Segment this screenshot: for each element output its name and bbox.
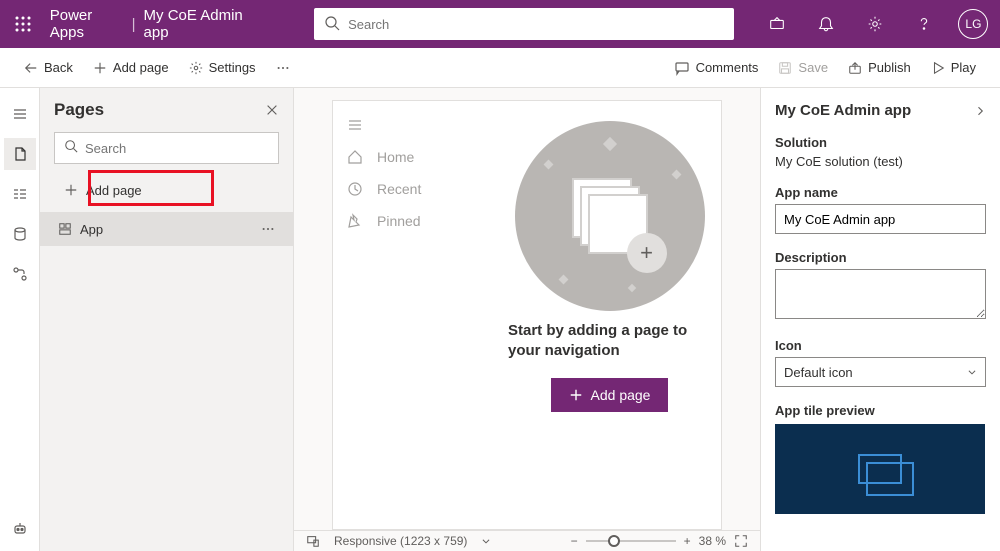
brand-separator: | bbox=[132, 16, 136, 33]
prop-tile-label: App tile preview bbox=[775, 403, 986, 418]
main: Pages Add page App bbox=[0, 88, 1000, 551]
avatar-initials: LG bbox=[958, 9, 988, 39]
play-button[interactable]: Play bbox=[923, 52, 984, 84]
preview-hamburger[interactable] bbox=[347, 117, 498, 133]
zoom-slider[interactable] bbox=[586, 540, 676, 542]
properties-panel: My CoE Admin app Solution My CoE solutio… bbox=[760, 88, 1000, 551]
app-tile-preview bbox=[775, 424, 985, 514]
rail-automation-icon[interactable] bbox=[4, 258, 36, 290]
tree-more-icon[interactable] bbox=[261, 222, 275, 236]
home-icon bbox=[347, 149, 363, 165]
back-button[interactable]: Back bbox=[16, 52, 81, 84]
close-icon[interactable] bbox=[265, 103, 279, 117]
pages-add-page-button[interactable]: Add page bbox=[54, 174, 279, 206]
play-label: Play bbox=[951, 60, 976, 75]
user-avatar[interactable]: LG bbox=[955, 0, 992, 48]
global-search-input[interactable] bbox=[314, 8, 734, 40]
tree-root-label: App bbox=[80, 222, 103, 237]
environment-icon[interactable] bbox=[758, 0, 795, 48]
comments-label: Comments bbox=[696, 60, 759, 75]
global-search[interactable] bbox=[314, 8, 734, 40]
pages-panel: Pages Add page App bbox=[40, 88, 294, 551]
canvas-area: Home Recent Pinned bbox=[294, 88, 760, 551]
rail-tree-icon[interactable] bbox=[4, 178, 36, 210]
rail-virtual-agent-icon[interactable] bbox=[4, 513, 36, 545]
canvas-add-page-button[interactable]: Add page bbox=[551, 378, 669, 412]
responsive-label: Responsive (1223 x 759) bbox=[334, 534, 467, 548]
description-field[interactable] bbox=[775, 269, 986, 319]
preview-nav-label: Home bbox=[377, 149, 414, 165]
search-icon bbox=[324, 15, 340, 31]
help-icon[interactable] bbox=[906, 0, 943, 48]
pages-search-input[interactable] bbox=[54, 132, 279, 164]
brand-product: Power Apps bbox=[50, 7, 124, 41]
preview-nav-recent[interactable]: Recent bbox=[347, 181, 498, 197]
tree-root-app[interactable]: App bbox=[40, 212, 293, 246]
more-button[interactable] bbox=[268, 52, 298, 84]
save-label: Save bbox=[798, 60, 828, 75]
zoom-out-button[interactable]: − bbox=[571, 534, 578, 548]
settings-icon[interactable] bbox=[856, 0, 893, 48]
brand: Power Apps | My CoE Admin app bbox=[50, 7, 262, 41]
prop-title: My CoE Admin app bbox=[775, 102, 911, 119]
preview-frame: Home Recent Pinned bbox=[332, 100, 722, 530]
back-label: Back bbox=[44, 60, 73, 75]
zoom-in-button[interactable]: + bbox=[684, 534, 691, 548]
app-icon bbox=[58, 222, 72, 236]
brand-app-title: My CoE Admin app bbox=[144, 7, 263, 41]
prop-icon-label: Icon bbox=[775, 338, 986, 353]
publish-label: Publish bbox=[868, 60, 911, 75]
command-bar: Back Add page Settings Comments Save Pub… bbox=[0, 48, 1000, 88]
pin-icon bbox=[347, 213, 363, 229]
preview-nav-home[interactable]: Home bbox=[347, 149, 498, 165]
settings-label: Settings bbox=[209, 60, 256, 75]
pages-title: Pages bbox=[54, 100, 104, 120]
preview-nav-pinned[interactable]: Pinned bbox=[347, 213, 498, 229]
save-button[interactable]: Save bbox=[770, 52, 836, 84]
chevron-down-icon[interactable] bbox=[481, 536, 491, 546]
rail-pages-icon[interactable] bbox=[4, 138, 36, 170]
preview-main: + Start by adding a page to your navigat… bbox=[498, 101, 721, 529]
plus-icon: + bbox=[627, 233, 667, 273]
zoom-value: 38 % bbox=[699, 534, 726, 548]
app-header: Power Apps | My CoE Admin app LG bbox=[0, 0, 1000, 48]
notifications-icon[interactable] bbox=[807, 0, 844, 48]
pages-add-page-label: Add page bbox=[86, 183, 142, 198]
preview-nav: Home Recent Pinned bbox=[333, 101, 498, 529]
prop-solution-label: Solution bbox=[775, 135, 986, 150]
responsive-icon[interactable] bbox=[306, 534, 320, 548]
empty-state-illustration: + bbox=[515, 121, 705, 311]
add-page-button[interactable]: Add page bbox=[85, 52, 177, 84]
icon-select[interactable]: Default icon bbox=[775, 357, 986, 387]
empty-state-text: Start by adding a page to your navigatio… bbox=[498, 321, 721, 360]
fit-icon[interactable] bbox=[734, 534, 748, 548]
zoom-control: − + 38 % bbox=[571, 534, 748, 548]
left-rail bbox=[0, 88, 40, 551]
preview-nav-label: Pinned bbox=[377, 213, 421, 229]
preview-nav-label: Recent bbox=[377, 181, 421, 197]
prop-solution-value: My CoE solution (test) bbox=[775, 154, 986, 169]
prop-appname-label: App name bbox=[775, 185, 986, 200]
status-bar: Responsive (1223 x 759) − + 38 % bbox=[294, 530, 760, 551]
rail-hamburger-icon[interactable] bbox=[4, 98, 36, 130]
comments-button[interactable]: Comments bbox=[666, 52, 767, 84]
search-icon bbox=[64, 139, 78, 153]
icon-select-value: Default icon bbox=[784, 365, 853, 380]
canvas-add-page-label: Add page bbox=[591, 387, 651, 403]
waffle-icon[interactable] bbox=[8, 8, 38, 40]
add-page-label: Add page bbox=[113, 60, 169, 75]
rail-data-icon[interactable] bbox=[4, 218, 36, 250]
settings-button[interactable]: Settings bbox=[181, 52, 264, 84]
chevron-right-icon[interactable] bbox=[974, 105, 986, 117]
clock-icon bbox=[347, 181, 363, 197]
prop-description-label: Description bbox=[775, 250, 986, 265]
tile-icon bbox=[858, 454, 902, 484]
publish-button[interactable]: Publish bbox=[840, 52, 919, 84]
chevron-down-icon bbox=[967, 367, 977, 377]
appname-field[interactable] bbox=[775, 204, 986, 234]
